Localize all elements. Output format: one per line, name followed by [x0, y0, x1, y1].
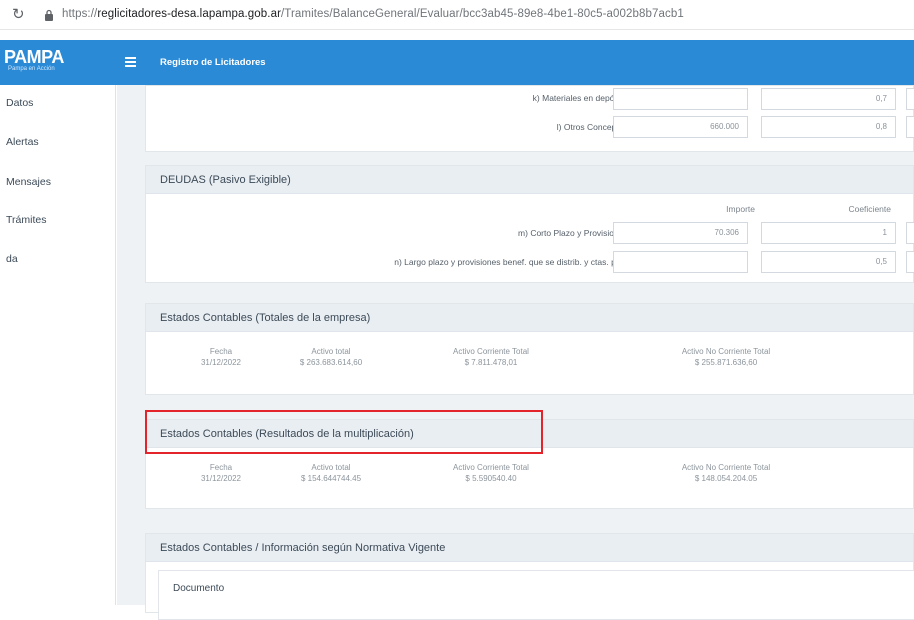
app-header — [0, 40, 914, 85]
resultados-corriente: Activo Corriente Total $ 5.590540.40 — [426, 462, 556, 484]
totales-title: Estados Contables (Totales de la empresa… — [146, 304, 913, 332]
importe-field-largo-plazo[interactable] — [613, 251, 748, 273]
url-prefix: https:// — [62, 8, 98, 20]
documento-label: Documento — [173, 583, 225, 594]
app-title: Registro de Licitadores — [160, 57, 266, 68]
coef-field-materiales[interactable]: 0,7 — [761, 88, 896, 110]
importe-field-corto-plazo[interactable]: 70.306 — [613, 222, 748, 244]
sidebar: Datos Alertas Mensajes Trámites da — [0, 85, 116, 605]
logo-subtitle: Pampa en Acción — [8, 66, 55, 72]
logo[interactable]: PAMPA — [4, 47, 64, 68]
col-head-coeficiente: Coeficiente — [848, 204, 891, 214]
totales-fecha: Fecha 31/12/2022 — [186, 346, 256, 368]
sidebar-item-mensajes[interactable]: Mensajes — [6, 176, 51, 188]
documento-box: Documento — [158, 570, 914, 620]
url-host: reglicitadores-desa.lapampa.gob.ar — [97, 8, 281, 20]
sidebar-item-ayuda[interactable]: da — [6, 253, 18, 265]
deudas-card: DEUDAS (Pasivo Exigible) Importe Coefici… — [145, 165, 914, 283]
sidebar-item-alertas[interactable]: Alertas — [6, 136, 39, 148]
reload-icon[interactable]: ↻ — [12, 6, 28, 22]
totales-corriente-value: $ 7.811.478,01 — [464, 358, 518, 367]
result-field-otros[interactable] — [906, 116, 914, 138]
hamburger-menu-icon[interactable] — [125, 57, 136, 67]
url-field[interactable]: https://reglicitadores-desa.lapampa.gob.… — [62, 8, 684, 20]
browser-address-bar: ↻ https://reglicitadores-desa.lapampa.go… — [0, 0, 914, 30]
result-field-materiales[interactable] — [906, 88, 914, 110]
normativa-card: Estados Contables / Información según No… — [145, 533, 914, 620]
resultados-activo-total-value: $ 154.644744.45 — [300, 474, 362, 483]
result-field-corto-plazo[interactable] — [906, 222, 914, 244]
highlight-box — [145, 410, 543, 454]
url-path: /Tramites/BalanceGeneral/Evaluar/bcc3ab4… — [281, 8, 684, 20]
totales-card: Estados Contables (Totales de la empresa… — [145, 303, 914, 395]
resultados-corriente-label: Activo Corriente Total — [453, 463, 529, 472]
totales-fecha-label: Fecha — [209, 347, 233, 356]
coef-field-corto-plazo[interactable]: 1 — [761, 222, 896, 244]
main-content: k) Materiales en depósito: 0,7 l) Otros … — [117, 85, 914, 620]
totales-activo-total-value: $ 263.683.614,60 — [299, 358, 363, 367]
normativa-title: Estados Contables / Información según No… — [146, 534, 913, 562]
result-field-largo-plazo[interactable] — [906, 251, 914, 273]
resultados-fecha: Fecha 31/12/2022 — [186, 462, 256, 484]
totales-no-corriente-label: Activo No Corriente Total — [681, 347, 771, 356]
totales-corriente: Activo Corriente Total $ 7.811.478,01 — [426, 346, 556, 368]
lock-icon[interactable] — [44, 8, 56, 22]
importe-field-otros[interactable]: 660.000 — [613, 116, 748, 138]
coef-field-otros[interactable]: 0,8 — [761, 116, 896, 138]
totales-activo-total-label: Activo total — [311, 347, 351, 356]
activo-card: k) Materiales en depósito: 0,7 l) Otros … — [145, 85, 914, 152]
totales-corriente-label: Activo Corriente Total — [453, 347, 529, 356]
resultados-activo-total: Activo total $ 154.644744.45 — [276, 462, 386, 484]
resultados-no-corriente-label: Activo No Corriente Total — [681, 463, 771, 472]
row-label-largo-plazo: n) Largo plazo y provisiones benef. que … — [394, 257, 630, 267]
coef-field-largo-plazo[interactable]: 0,5 — [761, 251, 896, 273]
totales-no-corriente-value: $ 255.871.636,60 — [694, 358, 758, 367]
resultados-no-corriente: Activo No Corriente Total $ 148.054.204.… — [651, 462, 801, 484]
resultados-fecha-value: 31/12/2022 — [200, 474, 242, 483]
totales-no-corriente: Activo No Corriente Total $ 255.871.636,… — [651, 346, 801, 368]
resultados-fecha-label: Fecha — [209, 463, 233, 472]
resultados-no-corriente-value: $ 148.054.204.05 — [694, 474, 758, 483]
resultados-activo-total-label: Activo total — [311, 463, 351, 472]
resultados-corriente-value: $ 5.590540.40 — [465, 474, 517, 483]
totales-activo-total: Activo total $ 263.683.614,60 — [276, 346, 386, 368]
deudas-title: DEUDAS (Pasivo Exigible) — [146, 166, 913, 194]
importe-field-materiales[interactable] — [613, 88, 748, 110]
sidebar-item-datos[interactable]: Datos — [6, 97, 33, 109]
totales-fecha-value: 31/12/2022 — [200, 358, 242, 367]
sidebar-item-tramites[interactable]: Trámites — [6, 214, 46, 226]
col-head-importe: Importe — [726, 204, 755, 214]
